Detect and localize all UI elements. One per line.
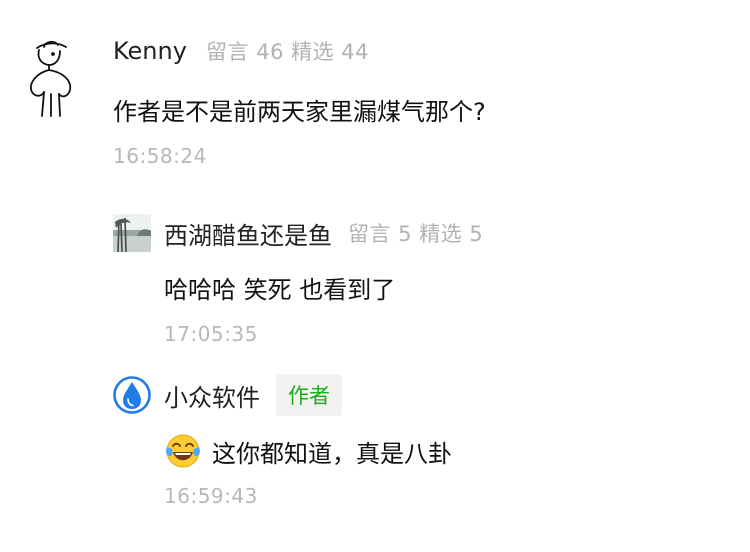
comment-text: 作者是不是前两天家里漏煤气那个?	[113, 98, 486, 126]
author-stats: 留言 5 精选 5	[348, 222, 484, 246]
blue-water-drop-avatar[interactable]	[113, 376, 151, 414]
author-name[interactable]: 小众软件	[164, 378, 260, 413]
reply-text: 这你都知道，真是八卦	[212, 439, 452, 468]
reply-header: 小众软件 作者	[164, 374, 342, 416]
face-with-tears-of-joy-emoji	[166, 434, 200, 468]
comment-timestamp: 16:58:24	[113, 144, 207, 168]
landscape-photo-avatar[interactable]	[113, 214, 151, 252]
reply-timestamp: 17:05:35	[164, 322, 258, 346]
author-badge: 作者	[276, 374, 342, 416]
author-stats: 留言 46 精选 44	[206, 40, 370, 64]
person-sketch-avatar[interactable]	[22, 36, 78, 118]
reply-header: 西湖醋鱼还是鱼 留言 5 精选 5	[164, 214, 483, 252]
reply-timestamp: 16:59:43	[164, 484, 258, 508]
reply-text: 哈哈哈 笑死 也看到了	[164, 276, 396, 304]
comment-header: Kenny 留言 46 精选 44	[113, 36, 369, 66]
reply-content: 这你都知道，真是八卦	[164, 432, 452, 470]
author-name[interactable]: 西湖醋鱼还是鱼	[164, 216, 332, 251]
author-name[interactable]: Kenny	[113, 37, 187, 65]
